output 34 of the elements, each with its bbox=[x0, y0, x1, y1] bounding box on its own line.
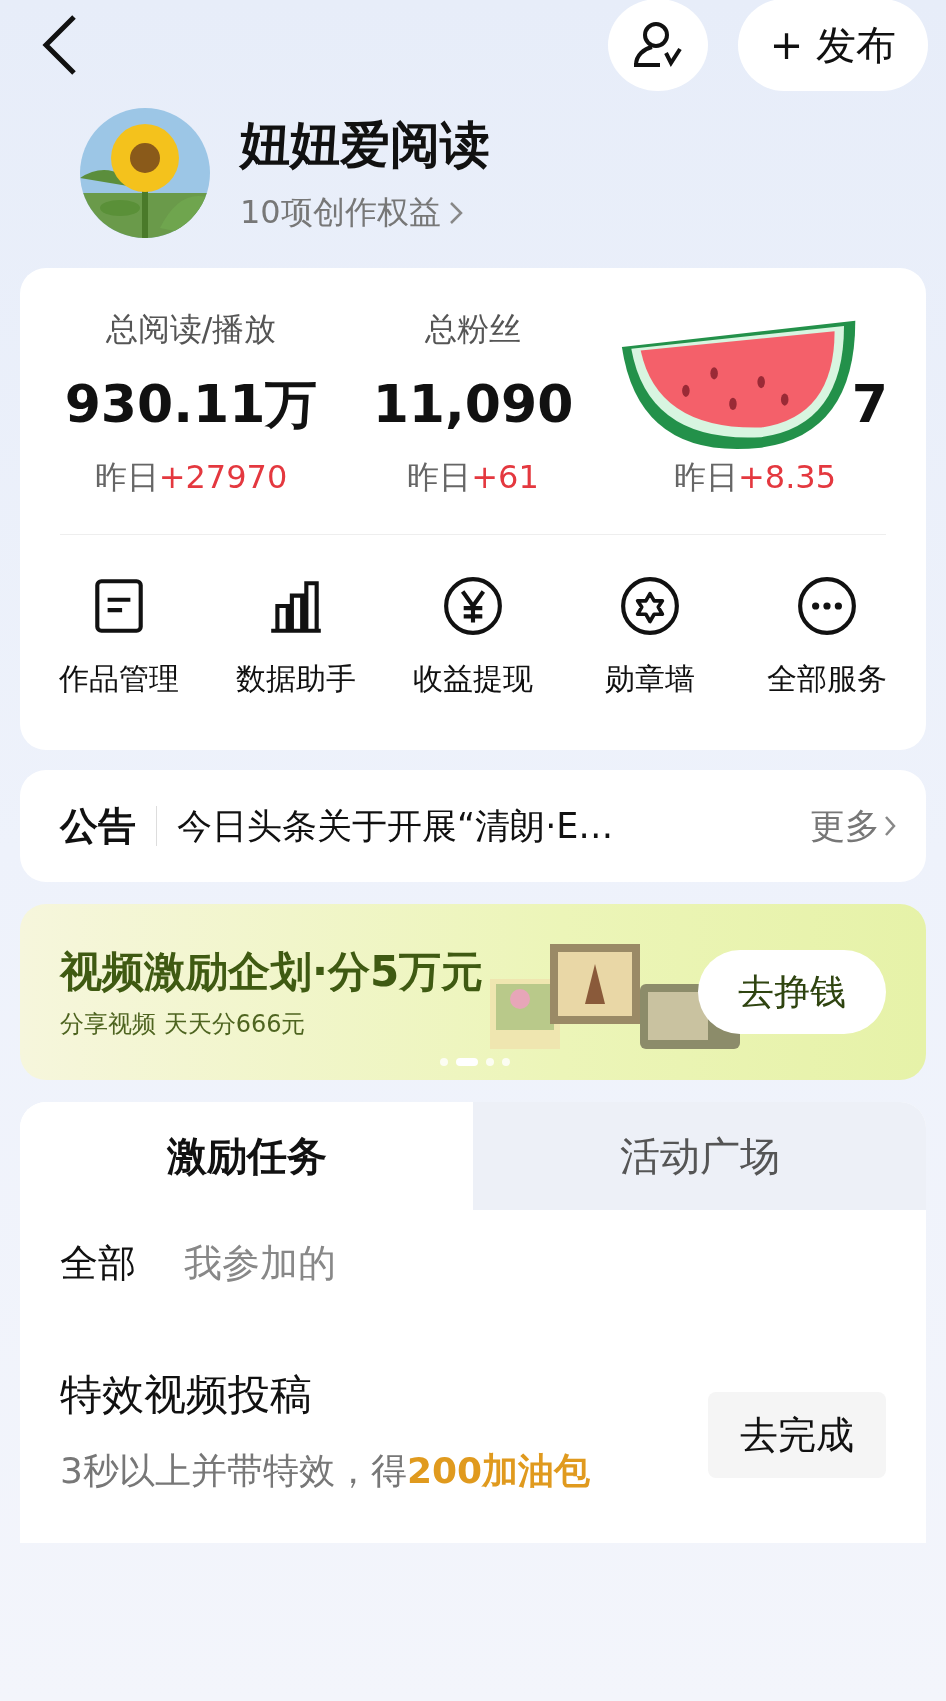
service-button[interactable]: 数据助手 bbox=[207, 575, 385, 700]
more-icon bbox=[796, 575, 859, 637]
task-title: 特效视频投稿 bbox=[60, 1369, 313, 1421]
profile-name: 妞妞爱阅读 bbox=[240, 114, 490, 176]
stat-yesterday: 昨日+27970 bbox=[94, 457, 288, 498]
banner-title: 视频激励企划·分5万元 bbox=[60, 946, 484, 998]
promo-banner[interactable]: 视频激励企划·分5万元 分享视频 天天分666元 去挣钱 bbox=[20, 904, 926, 1080]
service-button[interactable]: 勋章墙 bbox=[561, 575, 739, 700]
yen-icon bbox=[442, 575, 504, 637]
task-description: 3秒以上并带特效，得200加油包 bbox=[60, 1449, 592, 1493]
banner-subtitle: 分享视频 天天分666元 bbox=[60, 1009, 307, 1040]
filter-tab[interactable]: 我参加的 bbox=[184, 1238, 336, 1289]
stat-label: 总阅读/播放 bbox=[105, 310, 277, 348]
stat-value: 7 bbox=[851, 373, 888, 436]
tab[interactable]: 活动广场 bbox=[473, 1102, 926, 1210]
more-link[interactable]: 更多 bbox=[810, 802, 896, 850]
complete-button[interactable]: 去完成 bbox=[708, 1392, 886, 1478]
chevron-icon bbox=[448, 200, 463, 225]
notice-text[interactable]: 今日头条关于开展“清朗·E… bbox=[177, 802, 810, 850]
stat-value: 930.11万 bbox=[64, 373, 318, 436]
chevron-icon bbox=[884, 815, 896, 837]
stat-yesterday: 昨日+61 bbox=[407, 457, 539, 498]
service-button[interactable]: 作品管理 bbox=[30, 575, 208, 700]
star-badge-icon bbox=[619, 575, 682, 637]
publish-button[interactable]: + 发布 bbox=[737, 0, 928, 91]
stat-value: 11,090 bbox=[372, 373, 574, 436]
stat-label: 总粉丝 bbox=[425, 310, 521, 348]
earn-button[interactable]: 去挣钱 bbox=[698, 950, 886, 1034]
benefits-link[interactable]: 10项创作权益 bbox=[240, 190, 441, 235]
service-button[interactable]: 收益提现 bbox=[384, 575, 562, 700]
service-button[interactable]: 全部服务 bbox=[738, 575, 916, 700]
stat-yesterday: 昨日+8.35 bbox=[673, 457, 837, 498]
filter-tab[interactable]: 全部 bbox=[60, 1238, 136, 1289]
notice-label: 公告 bbox=[60, 806, 157, 846]
